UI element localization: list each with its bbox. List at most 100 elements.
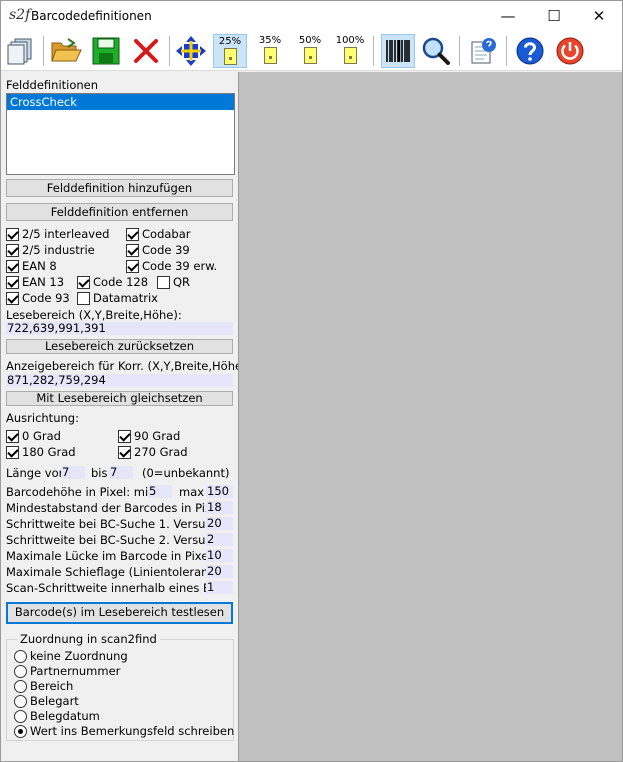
checkbox-box [126,259,139,273]
power-icon [556,37,584,65]
checkbox-box [6,429,19,443]
radio-circle [14,649,27,663]
param-label: Schrittweite bei BC-Suche 2. Versuch: [6,533,223,547]
checkbox-box [126,227,139,241]
checkbox-box [118,429,131,443]
checkbox-2-5-interleaved[interactable]: 2/5 interleaved [6,227,109,241]
length-hint: (0=unbekannt) [142,466,230,480]
param-label: Maximale Lücke im Barcode in Pixel: [6,549,216,563]
copy-documents-button[interactable] [3,34,37,68]
field-definitions-heading: Felddefinitionen [6,78,99,92]
checkbox-ean-8[interactable]: EAN 8 [6,259,57,273]
remove-field-definition-button[interactable]: Felddefinition entfernen [6,203,233,221]
length-to-label: bis [91,466,108,480]
radio-no-assignment[interactable]: keine Zuordnung [14,649,128,663]
add-field-definition-button[interactable]: Felddefinition hinzufügen [6,179,233,197]
length-from-input[interactable]: 7 [61,466,85,479]
checkbox-0-grad[interactable]: 0 Grad [6,429,61,443]
read-area-label: Lesebereich (X,Y,Breite,Höhe): [6,308,182,322]
zoom-label: 50% [298,35,322,46]
checkbox-code-93[interactable]: Code 93 [6,291,70,305]
checkbox-box [6,227,19,241]
field-definitions-list[interactable]: CrossCheck [6,93,235,175]
test-read-button[interactable]: Barcode(s) im Lesebereich testlesen [6,602,233,624]
title-bar: s2f Barcodedefinitionen — ☐ ✕ [1,1,622,31]
equalize-read-area-button[interactable]: Mit Lesebereich gleichsetzen [6,391,233,406]
open-folder-button[interactable] [49,34,83,68]
scan-step-input[interactable]: 1 [206,581,233,594]
orientation-label: Ausrichtung: [6,411,79,425]
zoom-25-button[interactable]: 25% [213,34,247,68]
checkbox-90-grad[interactable]: 90 Grad [118,429,180,443]
help-button[interactable] [513,34,547,68]
radio-circle [14,694,27,708]
display-area-value[interactable]: 871,282,759,294 [6,374,233,387]
checkbox-box [118,445,131,459]
zoom-100-button[interactable]: 100% [333,34,367,68]
param-label: Schrittweite bei BC-Suche 1. Versuch: [6,517,223,531]
zoom-50-button[interactable]: 50% [293,34,327,68]
checkbox-box [6,259,19,273]
magnifier-icon [422,37,450,65]
length-to-input[interactable]: 7 [109,466,133,479]
checkbox-ean-13[interactable]: EAN 13 [6,275,64,289]
radio-circle [14,679,27,693]
step-second-try-input[interactable]: 2 [206,533,233,546]
barcode-button[interactable] [381,34,415,68]
exit-button[interactable] [553,34,587,68]
checkbox-codabar[interactable]: Codabar [126,227,191,241]
radio-partner-number[interactable]: Partnernummer [14,664,120,678]
checkbox-code-39-erw[interactable]: Code 39 erw. [126,259,217,273]
radio-document-type[interactable]: Belegart [14,694,79,708]
search-button[interactable] [419,34,453,68]
step-first-try-input[interactable]: 20 [206,517,233,530]
checkbox-2-5-industrie[interactable]: 2/5 industrie [6,243,95,257]
barcode-height-min-input[interactable]: 5 [148,485,172,498]
page-icon [303,47,317,64]
radio-area[interactable]: Bereich [14,679,73,693]
window-title: Barcodedefinitionen [31,9,152,23]
zoom-label: 100% [335,35,365,46]
checkbox-box [126,243,139,257]
save-button[interactable] [89,34,123,68]
minimize-button[interactable]: — [485,1,531,31]
list-item[interactable]: CrossCheck [7,94,234,110]
zoom-35-button[interactable]: 35% [253,34,287,68]
checkbox-box [6,291,19,305]
barcode-icon [386,40,410,62]
close-window-button[interactable]: ✕ [576,1,622,31]
barcode-height-max-input[interactable]: 150 [206,485,233,498]
checkbox-code-39[interactable]: Code 39 [126,243,190,257]
checkbox-180-grad[interactable]: 180 Grad [6,445,76,459]
checkbox-datamatrix[interactable]: Datamatrix [77,291,158,305]
fit-to-window-button[interactable] [174,34,208,68]
barcode-preview-area[interactable] [238,72,622,761]
toolbar-separator [43,36,44,66]
param-label: Scan-Schrittweite innerhalb eines BC: [6,581,223,595]
question-icon [516,37,544,65]
assignment-group-title: Zuordnung in scan2find [17,632,160,646]
toolbar-separator [459,36,460,66]
radio-circle [14,664,27,678]
read-area-value[interactable]: 722,639,991,391 [6,322,233,335]
delete-button[interactable] [129,34,163,68]
min-distance-input[interactable]: 18 [206,501,233,514]
radio-document-date[interactable]: Belegdatum [14,709,100,723]
help-document-button[interactable] [466,34,500,68]
maximize-button[interactable]: ☐ [531,1,577,31]
toolbar-separator [373,36,374,66]
barcode-height-max-label: max [179,485,205,499]
zoom-label: 25% [218,36,242,47]
checkbox-code-128[interactable]: Code 128 [77,275,148,289]
open-folder-icon [51,38,82,62]
radio-remarks-field[interactable]: Wert ins Bemerkungsfeld schreiben [14,724,234,738]
page-icon [223,48,237,65]
checkbox-270-grad[interactable]: 270 Grad [118,445,188,459]
checkbox-qr[interactable]: QR [157,275,190,289]
max-skew-input[interactable]: 20 [206,565,233,578]
assignment-group: Zuordnung in scan2find keine Zuordnung P… [6,632,234,741]
radio-circle [14,724,27,738]
reset-read-area-button[interactable]: Lesebereich zurücksetzen [6,339,233,354]
radio-circle [14,709,27,723]
max-gap-input[interactable]: 10 [206,549,233,562]
